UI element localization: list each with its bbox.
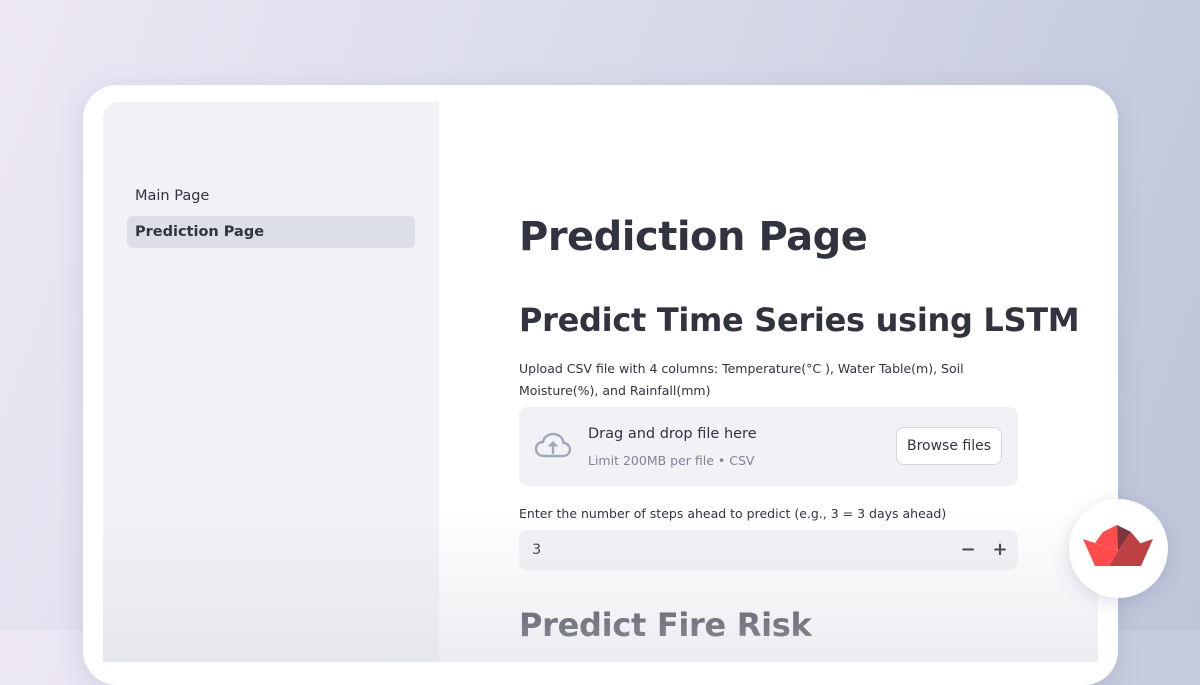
- sidebar-item-label: Main Page: [135, 188, 210, 204]
- browse-files-button[interactable]: Browse files: [896, 427, 1002, 465]
- dropzone-limit-text: Limit 200MB per file • CSV: [588, 453, 755, 468]
- cloud-upload-icon: [534, 431, 572, 463]
- sidebar-item-label: Prediction Page: [135, 224, 265, 240]
- increment-button[interactable]: +: [985, 534, 1015, 566]
- steps-number-input[interactable]: 3 − +: [519, 530, 1018, 570]
- streamlit-app: Main Page Prediction Page Prediction Pag…: [103, 102, 1098, 662]
- dropzone-title: Drag and drop file here: [588, 426, 757, 442]
- sidebar: Main Page Prediction Page: [103, 102, 439, 662]
- sidebar-item-prediction-page[interactable]: Prediction Page: [127, 216, 415, 248]
- section-heading-fire-risk: Predict Fire Risk: [519, 606, 812, 644]
- steps-value[interactable]: 3: [532, 530, 541, 570]
- main-content: Prediction Page Predict Time Series usin…: [439, 102, 1098, 662]
- section-heading-lstm: Predict Time Series using LSTM: [519, 301, 1080, 339]
- streamlit-badge[interactable]: [1069, 499, 1168, 598]
- uploader-label: Upload CSV file with 4 columns: Temperat…: [519, 361, 964, 398]
- window-frame: Main Page Prediction Page Prediction Pag…: [83, 85, 1118, 685]
- page-title: Prediction Page: [519, 214, 868, 260]
- file-uploader-dropzone[interactable]: Drag and drop file here Limit 200MB per …: [519, 407, 1018, 486]
- steps-input-label: Enter the number of steps ahead to predi…: [519, 506, 947, 521]
- streamlit-logo-icon: [1069, 525, 1168, 602]
- decrement-button[interactable]: −: [953, 534, 983, 566]
- sidebar-item-main-page[interactable]: Main Page: [127, 180, 415, 212]
